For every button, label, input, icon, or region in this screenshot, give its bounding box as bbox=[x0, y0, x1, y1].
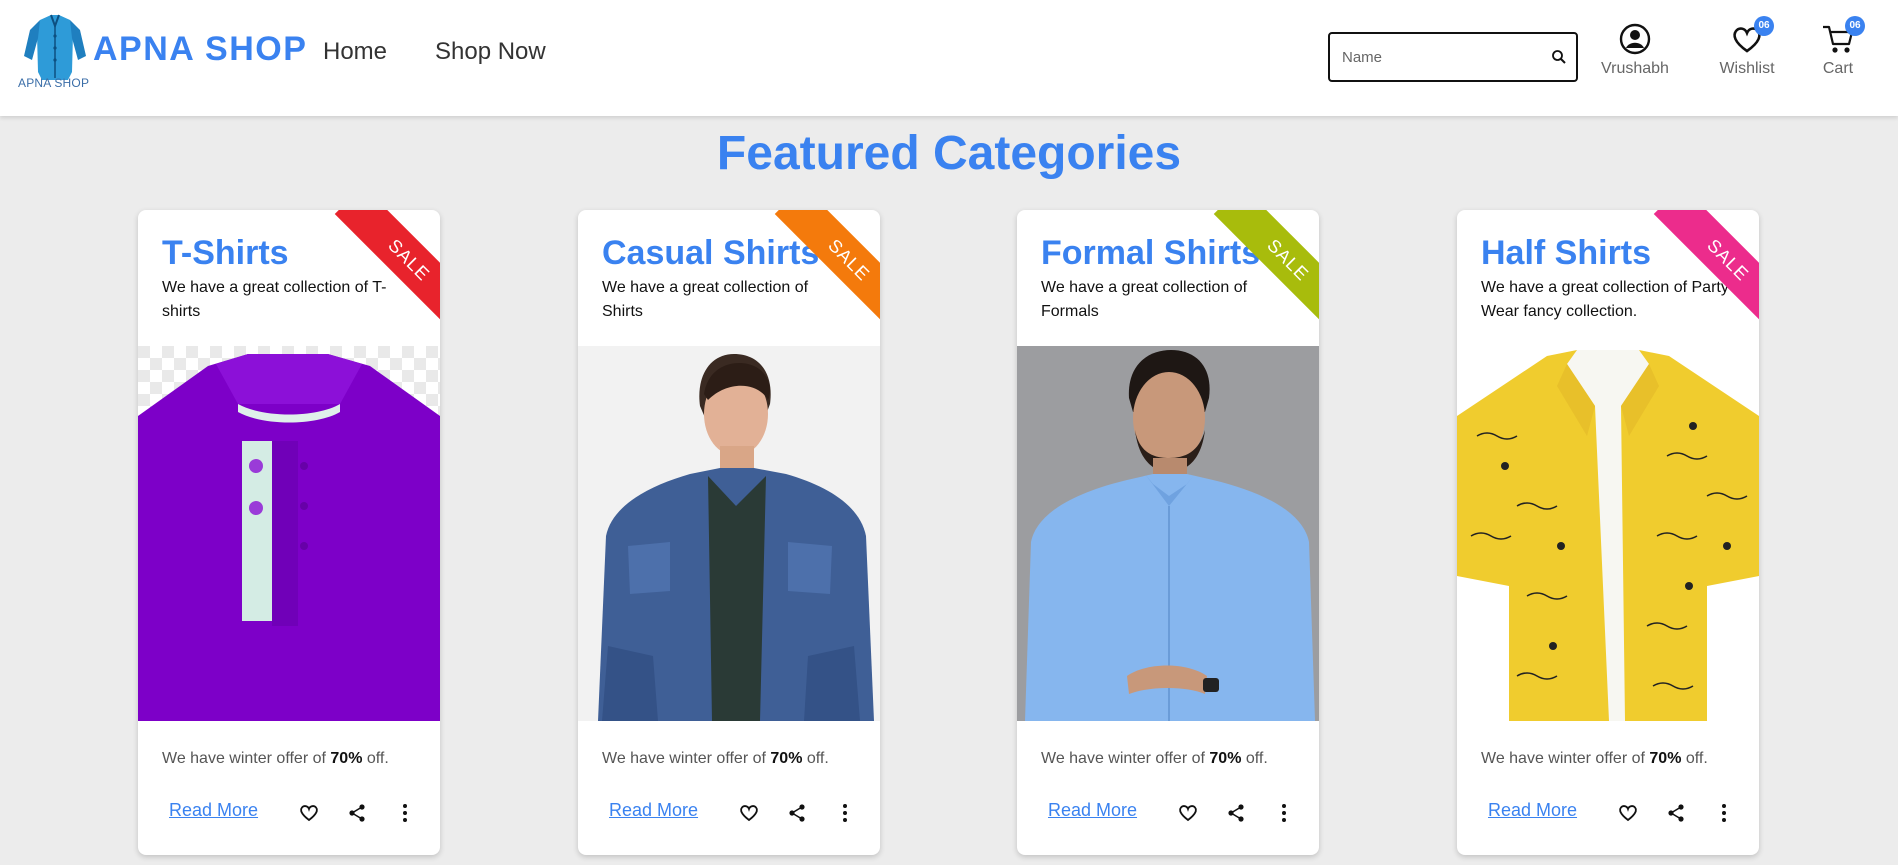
share-icon[interactable] bbox=[1225, 802, 1247, 824]
sale-ribbon: SALE bbox=[1201, 210, 1319, 328]
sale-ribbon: SALE bbox=[322, 210, 440, 328]
offer-percent: 70% bbox=[770, 750, 803, 767]
wishlist-count-badge: 06 bbox=[1754, 16, 1774, 36]
user-account[interactable]: Vrushabh bbox=[1598, 22, 1672, 78]
offer-text: We have winter offer of 70% off. bbox=[602, 750, 829, 768]
share-icon[interactable] bbox=[786, 802, 808, 824]
favorite-heart-icon[interactable] bbox=[1617, 802, 1639, 824]
search-icon[interactable] bbox=[1550, 48, 1568, 66]
card-title[interactable]: Half Shirts bbox=[1481, 234, 1651, 273]
offer-percent: 70% bbox=[330, 750, 363, 767]
offer-suffix: off. bbox=[802, 750, 829, 767]
offer-percent: 70% bbox=[1649, 750, 1682, 767]
read-more-link[interactable]: Read More bbox=[1048, 800, 1137, 821]
sale-ribbon-label: SALE bbox=[334, 210, 440, 328]
tshirt-product-image[interactable] bbox=[138, 346, 440, 721]
offer-text: We have winter offer of 70% off. bbox=[162, 750, 389, 768]
offer-prefix: We have winter offer of bbox=[602, 750, 771, 767]
sale-ribbon: SALE bbox=[1641, 210, 1759, 328]
share-icon[interactable] bbox=[1665, 802, 1687, 824]
card-title[interactable]: T-Shirts bbox=[162, 234, 289, 273]
section-title: Featured Categories bbox=[716, 127, 1182, 180]
more-options-icon[interactable] bbox=[1273, 802, 1295, 824]
more-options-icon[interactable] bbox=[394, 802, 416, 824]
cart-label: Cart bbox=[1822, 60, 1854, 77]
half-shirt-product-image[interactable] bbox=[1457, 346, 1759, 721]
logo-caption: APNA SHOP bbox=[18, 76, 90, 90]
user-name: Vrushabh bbox=[1601, 60, 1669, 77]
category-card: T-Shirts We have a great collection of T… bbox=[138, 210, 440, 855]
user-circle-icon bbox=[1619, 23, 1651, 55]
sale-ribbon-label: SALE bbox=[774, 210, 880, 328]
search-box bbox=[1328, 32, 1578, 82]
read-more-link[interactable]: Read More bbox=[1488, 800, 1577, 821]
read-more-link[interactable]: Read More bbox=[169, 800, 258, 821]
wishlist-link[interactable]: 06 Wishlist bbox=[1710, 16, 1784, 78]
offer-suffix: off. bbox=[1241, 750, 1268, 767]
more-options-icon[interactable] bbox=[834, 802, 856, 824]
top-navbar: APNA SHOP APNA SHOP Home Shop Now Vrusha… bbox=[0, 0, 1898, 116]
sale-ribbon-label: SALE bbox=[1213, 210, 1319, 328]
offer-prefix: We have winter offer of bbox=[162, 750, 331, 767]
cart-count-badge: 06 bbox=[1845, 16, 1865, 36]
sale-ribbon: SALE bbox=[762, 210, 880, 328]
offer-percent: 70% bbox=[1209, 750, 1242, 767]
favorite-heart-icon[interactable] bbox=[1177, 802, 1199, 824]
category-card: Casual Shirts We have a great collection… bbox=[578, 210, 880, 855]
offer-prefix: We have winter offer of bbox=[1041, 750, 1210, 767]
nav-home[interactable]: Home bbox=[323, 38, 387, 66]
offer-text: We have winter offer of 70% off. bbox=[1481, 750, 1708, 768]
offer-prefix: We have winter offer of bbox=[1481, 750, 1650, 767]
search-input[interactable] bbox=[1342, 44, 1542, 70]
nav-shop-now[interactable]: Shop Now bbox=[435, 38, 546, 66]
casual-shirt-model-image[interactable] bbox=[578, 346, 880, 721]
favorite-heart-icon[interactable] bbox=[298, 802, 320, 824]
offer-suffix: off. bbox=[1681, 750, 1708, 767]
category-card: Formal Shirts We have a great collection… bbox=[1017, 210, 1319, 855]
sale-ribbon-label: SALE bbox=[1653, 210, 1759, 328]
offer-text: We have winter offer of 70% off. bbox=[1041, 750, 1268, 768]
cart-link[interactable]: 06 Cart bbox=[1818, 16, 1865, 78]
brand-name[interactable]: APNA SHOP bbox=[93, 30, 307, 69]
read-more-link[interactable]: Read More bbox=[609, 800, 698, 821]
formal-shirt-model-image[interactable] bbox=[1017, 346, 1319, 721]
more-options-icon[interactable] bbox=[1713, 802, 1735, 824]
category-card: Half Shirts We have a great collection o… bbox=[1457, 210, 1759, 855]
share-icon[interactable] bbox=[346, 802, 368, 824]
wishlist-label: Wishlist bbox=[1719, 60, 1775, 77]
offer-suffix: off. bbox=[362, 750, 389, 767]
favorite-heart-icon[interactable] bbox=[738, 802, 760, 824]
